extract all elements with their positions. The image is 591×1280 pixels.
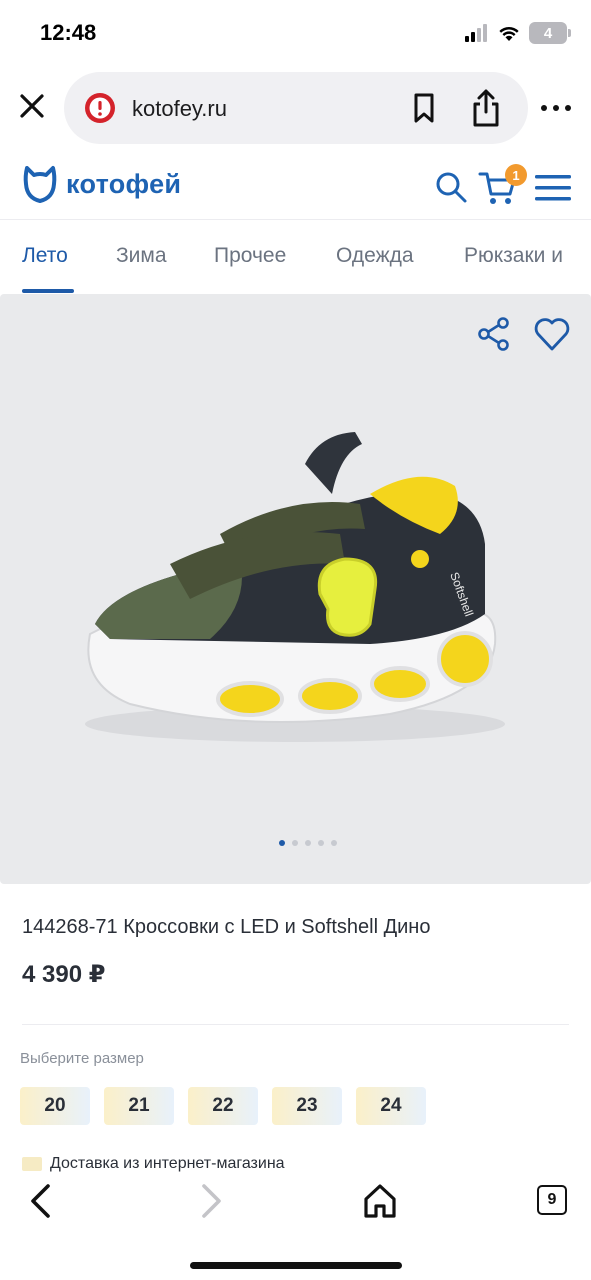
back-icon[interactable] bbox=[26, 1182, 56, 1220]
battery-level: 4 bbox=[543, 24, 553, 42]
tab-count: 9 bbox=[547, 1191, 557, 1208]
size-option-23[interactable]: 23 bbox=[272, 1087, 342, 1125]
share-icon[interactable] bbox=[470, 88, 502, 128]
cat-logo-icon bbox=[23, 166, 57, 203]
tab-other[interactable]: Прочее bbox=[214, 244, 286, 268]
more-icon[interactable] bbox=[538, 100, 574, 116]
tab-summer[interactable]: Лето bbox=[22, 244, 68, 268]
divider bbox=[22, 1024, 569, 1025]
image-pagination bbox=[279, 840, 337, 846]
sneaker-image: Softshell bbox=[85, 432, 505, 742]
search-icon[interactable] bbox=[434, 170, 468, 204]
url-text[interactable]: kotofey.ru bbox=[132, 96, 227, 122]
delivery-info: Доставка из интернет-магазина bbox=[22, 1154, 285, 1174]
browser-bar: kotofey.ru bbox=[0, 70, 591, 146]
wifi-icon bbox=[499, 26, 519, 41]
tab-backpacks[interactable]: Рюкзаки и bbox=[464, 244, 563, 268]
size-label: Выберите размер bbox=[20, 1050, 144, 1067]
close-button[interactable] bbox=[14, 88, 50, 124]
status-time: 12:48 bbox=[40, 20, 97, 45]
pagination-dot[interactable] bbox=[292, 840, 298, 846]
delivery-marker-icon bbox=[22, 1157, 42, 1171]
cart-count-badge: 1 bbox=[505, 164, 527, 186]
heart-icon[interactable] bbox=[532, 314, 572, 354]
status-bar: 12:48 4 bbox=[0, 0, 591, 70]
browser-toolbar: 9 bbox=[0, 1172, 591, 1280]
pagination-dot[interactable] bbox=[318, 840, 324, 846]
pagination-dot[interactable] bbox=[331, 840, 337, 846]
close-icon bbox=[20, 94, 44, 118]
tabs-icon[interactable]: 9 bbox=[537, 1185, 567, 1215]
address-bar[interactable]: kotofey.ru bbox=[64, 72, 528, 144]
category-tabs: Лето Зима Прочее Одежда Рюкзаки и bbox=[0, 222, 591, 294]
active-tab-indicator bbox=[22, 289, 74, 293]
size-option-22[interactable]: 22 bbox=[188, 1087, 258, 1125]
product-title: 144268-71 Кроссовки с LED и Softshell Ди… bbox=[22, 916, 431, 938]
size-selector: 20 21 22 23 24 bbox=[20, 1087, 426, 1125]
alert-icon[interactable] bbox=[84, 92, 116, 124]
site-logo[interactable]: котофей bbox=[22, 164, 181, 204]
size-option-24[interactable]: 24 bbox=[356, 1087, 426, 1125]
home-indicator bbox=[190, 1262, 402, 1269]
share-nodes-icon[interactable] bbox=[476, 316, 512, 352]
logo-text: котофей bbox=[66, 168, 182, 199]
battery-icon: 4 bbox=[529, 22, 571, 44]
forward-icon[interactable] bbox=[196, 1182, 226, 1220]
menu-icon[interactable] bbox=[534, 172, 572, 204]
signal-icon bbox=[465, 24, 487, 42]
product-price: 4 390 ₽ bbox=[22, 961, 106, 988]
status-icons: 4 bbox=[465, 22, 571, 44]
size-option-20[interactable]: 20 bbox=[20, 1087, 90, 1125]
pagination-dot[interactable] bbox=[279, 840, 285, 846]
site-header: котофей 1 bbox=[0, 150, 591, 220]
home-icon[interactable] bbox=[362, 1182, 398, 1220]
delivery-text: Доставка из интернет-магазина bbox=[50, 1155, 285, 1172]
size-option-21[interactable]: 21 bbox=[104, 1087, 174, 1125]
product-image-gallery[interactable]: Softshell bbox=[0, 294, 591, 884]
pagination-dot[interactable] bbox=[305, 840, 311, 846]
tab-clothing[interactable]: Одежда bbox=[336, 244, 414, 268]
tab-winter[interactable]: Зима bbox=[116, 244, 167, 268]
bookmark-icon[interactable] bbox=[410, 92, 438, 124]
